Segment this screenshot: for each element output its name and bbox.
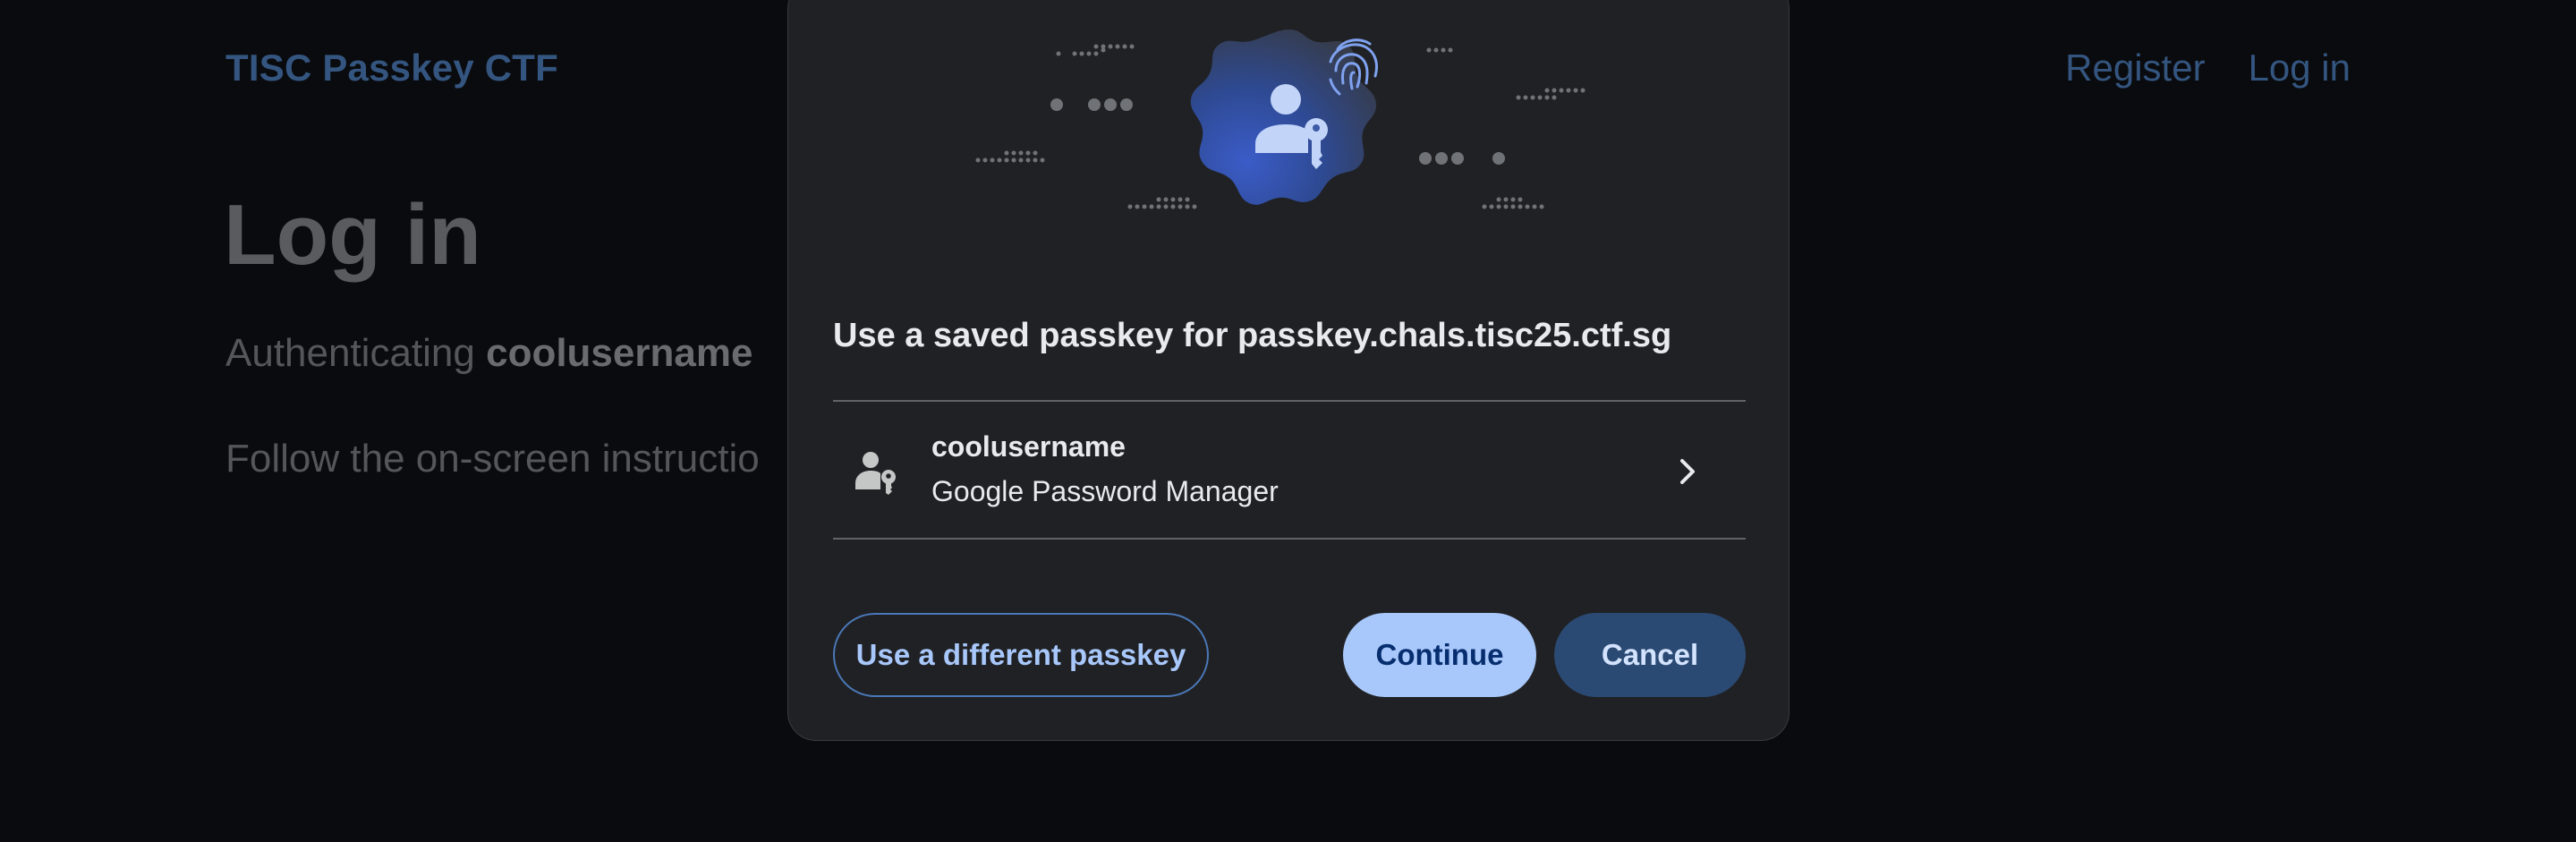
chevron-right-icon	[1680, 459, 1695, 484]
divider-bottom	[833, 538, 1746, 540]
login-link[interactable]: Log in	[2249, 47, 2351, 89]
passkey-badge-icon	[1190, 30, 1379, 205]
account-provider: Google Password Manager	[931, 475, 1279, 507]
passkey-illustration	[975, 30, 1586, 209]
passkey-dialog: Use a saved passkey for passkey.chals.ti…	[787, 0, 1790, 741]
authenticating-prefix: Authenticating	[225, 331, 487, 375]
top-nav: Register Log in	[2065, 47, 2351, 89]
dialog-title: Use a saved passkey for passkey.chals.ti…	[833, 317, 1672, 354]
authenticating-username: coolusername	[486, 331, 753, 375]
person-key-icon	[855, 452, 896, 495]
site-title[interactable]: TISC Passkey CTF	[225, 47, 558, 89]
cancel-button[interactable]: Cancel	[1554, 613, 1746, 697]
page-heading: Log in	[224, 187, 481, 283]
page: TISC Passkey CTF Register Log in Log in …	[0, 0, 2576, 842]
continue-button[interactable]: Continue	[1343, 613, 1536, 697]
passkey-account-row[interactable]: coolusername Google Password Manager	[833, 404, 1746, 538]
use-different-passkey-button[interactable]: Use a different passkey	[833, 613, 1209, 697]
authenticating-text: Authenticating coolusername	[225, 331, 752, 376]
instructions-text: Follow the on-screen instructio	[225, 437, 760, 481]
account-username: coolusername	[931, 430, 1126, 463]
divider-top	[833, 400, 1746, 402]
register-link[interactable]: Register	[2065, 47, 2205, 89]
